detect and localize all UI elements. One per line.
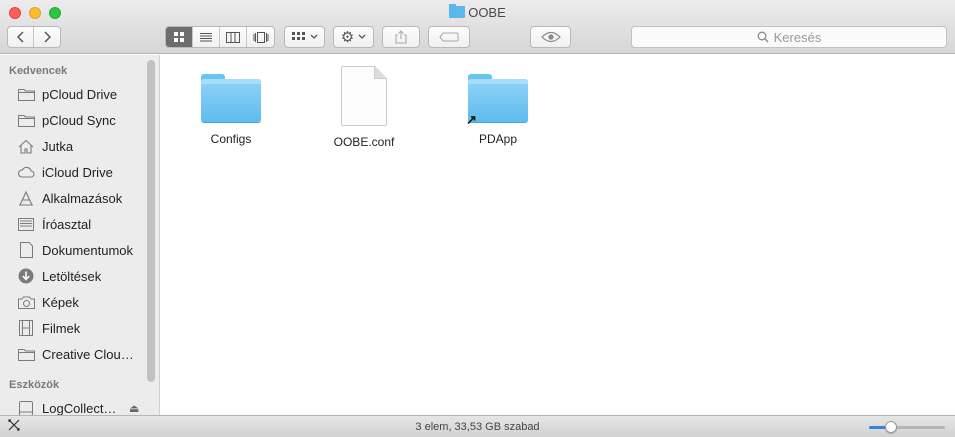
film-icon bbox=[17, 320, 35, 336]
forward-button[interactable] bbox=[34, 27, 60, 47]
chevron-left-icon bbox=[16, 31, 24, 43]
arrange-button[interactable] bbox=[284, 26, 325, 48]
window-title-area: OOBE bbox=[0, 4, 955, 20]
cover-flow-icon bbox=[253, 31, 268, 43]
chevron-down-icon bbox=[310, 34, 317, 39]
sidebar-item-desktop[interactable]: Íróasztal bbox=[17, 213, 145, 235]
sidebar-item-jutka[interactable]: Jutka bbox=[17, 135, 145, 157]
folder-icon bbox=[201, 74, 261, 122]
folder-icon bbox=[17, 346, 35, 362]
sidebar-item-pictures[interactable]: Képek bbox=[17, 291, 145, 313]
view-mode-control bbox=[165, 26, 275, 48]
navigation-buttons bbox=[7, 26, 61, 48]
document-icon bbox=[341, 66, 387, 126]
sidebar: Kedvencek pCloud Drive pCloud Sync Jutka… bbox=[0, 55, 160, 415]
sidebar-item-icloud-drive[interactable]: iCloud Drive bbox=[17, 161, 145, 183]
file-item-pdapp[interactable]: ↗ PDApp bbox=[438, 74, 558, 146]
share-icon bbox=[395, 30, 407, 44]
sidebar-item-label: Íróasztal bbox=[42, 216, 92, 232]
sidebar-section-devices: Eszközök bbox=[9, 379, 60, 391]
camera-icon bbox=[17, 294, 35, 310]
arrange-grid-icon bbox=[291, 32, 305, 40]
alias-arrow-icon: ↗ bbox=[466, 112, 477, 127]
list-view-button[interactable] bbox=[193, 27, 220, 47]
sidebar-item-label: pCloud Drive bbox=[42, 86, 118, 102]
search-icon bbox=[757, 31, 769, 43]
toolbar: OOBE ⚙ Keresés bbox=[0, 0, 955, 54]
icon-size-slider[interactable] bbox=[869, 421, 945, 433]
file-name: Configs bbox=[210, 132, 252, 146]
chevron-right-icon bbox=[44, 31, 51, 43]
search-field[interactable]: Keresés bbox=[631, 26, 947, 48]
sidebar-item-documents[interactable]: Dokumentumok bbox=[17, 239, 145, 261]
sidebar-item-label: Letöltések bbox=[42, 268, 102, 284]
sidebar-item-label: Jutka bbox=[42, 138, 74, 154]
sidebar-item-label: pCloud Sync bbox=[42, 112, 116, 128]
folder-icon bbox=[17, 86, 35, 102]
folder-icon bbox=[449, 4, 466, 18]
slider-knob[interactable] bbox=[885, 421, 897, 433]
file-item-oobe-conf[interactable]: OOBE.conf bbox=[304, 66, 424, 149]
share-button[interactable] bbox=[382, 26, 420, 48]
applications-icon bbox=[17, 190, 35, 206]
desktop-icon bbox=[17, 216, 35, 232]
cloud-icon bbox=[17, 164, 35, 180]
sidebar-item-label: Képek bbox=[42, 294, 79, 310]
disk-icon bbox=[17, 400, 35, 415]
back-button[interactable] bbox=[8, 27, 34, 47]
column-view-icon bbox=[226, 31, 240, 43]
eye-icon bbox=[540, 31, 561, 43]
sidebar-item-label: Filmek bbox=[42, 320, 81, 336]
sidebar-item-logcollector[interactable]: LogCollect… bbox=[17, 397, 127, 415]
action-menu-button[interactable]: ⚙ bbox=[333, 26, 374, 48]
documents-icon bbox=[17, 242, 35, 258]
file-browser-area: Configs OOBE.conf ↗ PDApp bbox=[161, 55, 955, 415]
file-item-configs[interactable]: Configs bbox=[171, 74, 291, 146]
sidebar-item-movies[interactable]: Filmek bbox=[17, 317, 145, 339]
folder-alias-icon: ↗ bbox=[466, 74, 528, 127]
sidebar-item-applications[interactable]: Alkalmazások bbox=[17, 187, 145, 209]
icon-view-button[interactable] bbox=[166, 27, 193, 47]
sidebar-item-label: iCloud Drive bbox=[42, 164, 113, 180]
sidebar-item-label: Alkalmazások bbox=[42, 190, 123, 206]
tag-button[interactable] bbox=[428, 26, 470, 48]
status-bar: 3 elem, 33,53 GB szabad bbox=[0, 415, 955, 437]
sidebar-item-pcloud-sync[interactable]: pCloud Sync bbox=[17, 109, 145, 131]
window-title: OOBE bbox=[468, 5, 506, 20]
home-icon bbox=[17, 138, 35, 154]
column-view-button[interactable] bbox=[220, 27, 247, 47]
sidebar-item-label: Dokumentumok bbox=[42, 242, 134, 258]
list-view-icon bbox=[200, 33, 212, 42]
sidebar-section-favorites: Kedvencek bbox=[9, 65, 68, 77]
sidebar-item-creative-cloud[interactable]: Creative Clou… bbox=[17, 343, 145, 365]
search-placeholder: Keresés bbox=[773, 29, 822, 45]
status-text: 3 elem, 33,53 GB szabad bbox=[415, 421, 540, 433]
tag-icon bbox=[439, 32, 459, 42]
sidebar-item-label: Creative Clou… bbox=[42, 346, 134, 362]
gear-icon: ⚙ bbox=[340, 29, 355, 46]
quick-look-button[interactable] bbox=[530, 26, 571, 48]
sidebar-item-downloads[interactable]: Letöltések bbox=[17, 265, 145, 287]
folder-icon bbox=[17, 112, 35, 128]
sidebar-item-pcloud-drive[interactable]: pCloud Drive bbox=[17, 83, 145, 105]
downloads-icon bbox=[17, 268, 35, 284]
file-name: PDApp bbox=[478, 132, 518, 146]
file-name: OOBE.conf bbox=[333, 135, 395, 149]
icon-view-icon bbox=[174, 32, 184, 42]
chevron-down-icon bbox=[358, 34, 366, 39]
cover-flow-view-button[interactable] bbox=[247, 27, 274, 47]
eject-icon[interactable]: ⏏ bbox=[129, 402, 139, 415]
sidebar-scrollbar[interactable] bbox=[147, 60, 155, 382]
finder-window: OOBE ⚙ Keresés Kedvencek pCloud Drive pC… bbox=[0, 0, 955, 437]
sidebar-item-label: LogCollect… bbox=[42, 400, 117, 416]
